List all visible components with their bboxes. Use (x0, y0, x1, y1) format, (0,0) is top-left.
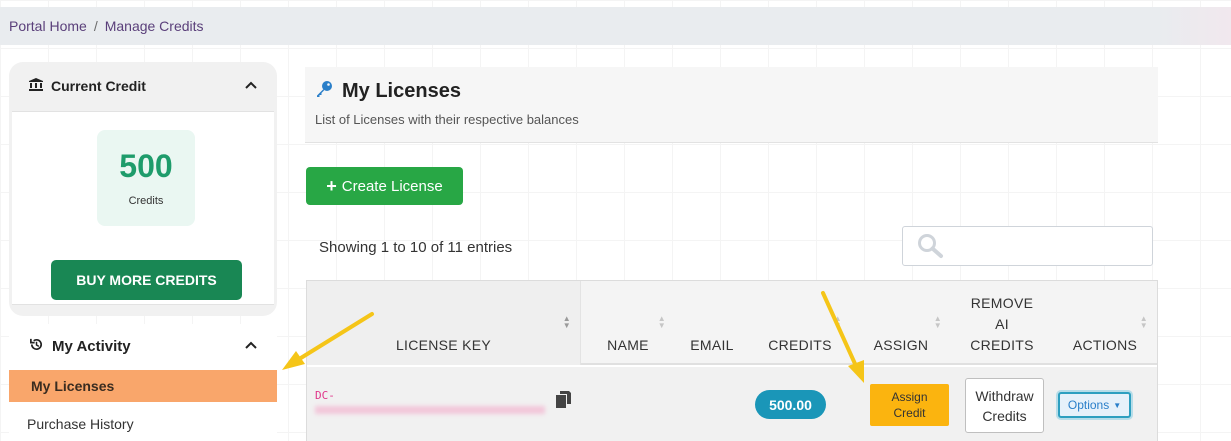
column-header-credits[interactable]: CREDITS ▲ ▼ (749, 281, 851, 365)
current-credit-header[interactable]: Current Credit (9, 62, 277, 110)
credit-unit: Credits (128, 195, 164, 207)
table-row: DC- 500.00 Assign Credit Withdraw Credit… (307, 367, 1157, 441)
table-header: LICENSE KEY ▲ ▼ NAME ▲ ▼ EMAIL CREDITS ▲ ▼ … (307, 281, 1157, 365)
sort-icon: ▲ ▼ (562, 314, 571, 330)
sort-icon: ▲ ▼ (1139, 314, 1148, 330)
sort-icon: ▲ ▼ (657, 314, 666, 330)
breadcrumb: Portal Home / Manage Credits (0, 7, 1231, 45)
create-license-label: Create License (341, 177, 443, 195)
credit-amount: 500 (119, 148, 173, 184)
chevron-up-icon[interactable] (245, 76, 257, 93)
my-activity-header[interactable]: My Activity (9, 324, 277, 368)
sidebar-item-my-licenses[interactable]: My Licenses (9, 370, 277, 402)
withdraw-credits-button[interactable]: Withdraw Credits (965, 378, 1044, 433)
key-icon (315, 80, 333, 103)
my-activity-card: My Activity My Licenses Purchase History (9, 324, 277, 441)
sort-icon: ▲ ▼ (833, 314, 842, 330)
search-icon (917, 233, 945, 264)
column-header-email[interactable]: EMAIL (675, 281, 749, 365)
caret-down-icon: ▼ (1113, 400, 1122, 410)
credits-badge: 500.00 (755, 390, 826, 419)
assign-credit-button[interactable]: Assign Credit (870, 384, 949, 426)
column-header-name[interactable]: NAME ▲ ▼ (581, 281, 675, 365)
chevron-up-icon[interactable] (245, 336, 257, 353)
sidebar-item-purchase-history[interactable]: Purchase History (9, 408, 277, 440)
column-header-assign[interactable]: ASSIGN ▲ ▼ (851, 281, 951, 365)
bank-icon (29, 78, 43, 94)
breadcrumb-current: Manage Credits (104, 18, 204, 34)
licenses-table: LICENSE KEY ▲ ▼ NAME ▲ ▼ EMAIL CREDITS ▲ ▼ … (306, 280, 1158, 441)
create-license-button[interactable]: + Create License (306, 167, 463, 205)
my-activity-title: My Activity (52, 337, 131, 355)
page-title: My Licenses (342, 80, 461, 102)
credit-balance-box: 500 Credits (97, 130, 195, 226)
column-header-actions[interactable]: ACTIONS ▲ ▼ (1053, 281, 1157, 365)
current-credit-card: Current Credit 500 Credits BUY MORE CRED… (9, 62, 277, 316)
entries-info: Showing 1 to 10 of 11 entries (319, 239, 513, 256)
history-icon (29, 337, 44, 356)
copy-icon[interactable] (556, 391, 571, 413)
plus-icon: + (326, 175, 337, 196)
column-header-license-key[interactable]: LICENSE KEY ▲ ▼ (307, 281, 581, 365)
breadcrumb-home-link[interactable]: Portal Home (9, 18, 87, 34)
breadcrumb-separator: / (93, 18, 98, 34)
current-credit-title: Current Credit (51, 78, 146, 94)
buy-more-credits-button[interactable]: BUY MORE CREDITS (51, 260, 242, 300)
options-dropdown-button[interactable]: Options ▼ (1058, 392, 1131, 418)
page-header: My Licenses List of Licenses with their … (305, 67, 1158, 143)
page-subtitle: List of Licenses with their respective b… (315, 112, 579, 127)
page-title-wrap: My Licenses (315, 80, 461, 103)
license-key-redacted (315, 406, 545, 414)
current-credit-body: 500 Credits BUY MORE CREDITS (12, 111, 274, 305)
sort-icon: ▲ ▼ (933, 314, 942, 330)
license-key-value: DC- (315, 389, 335, 402)
search-input[interactable] (902, 226, 1153, 266)
column-header-remove-ai-credits[interactable]: REMOVE AI CREDITS (951, 281, 1053, 365)
